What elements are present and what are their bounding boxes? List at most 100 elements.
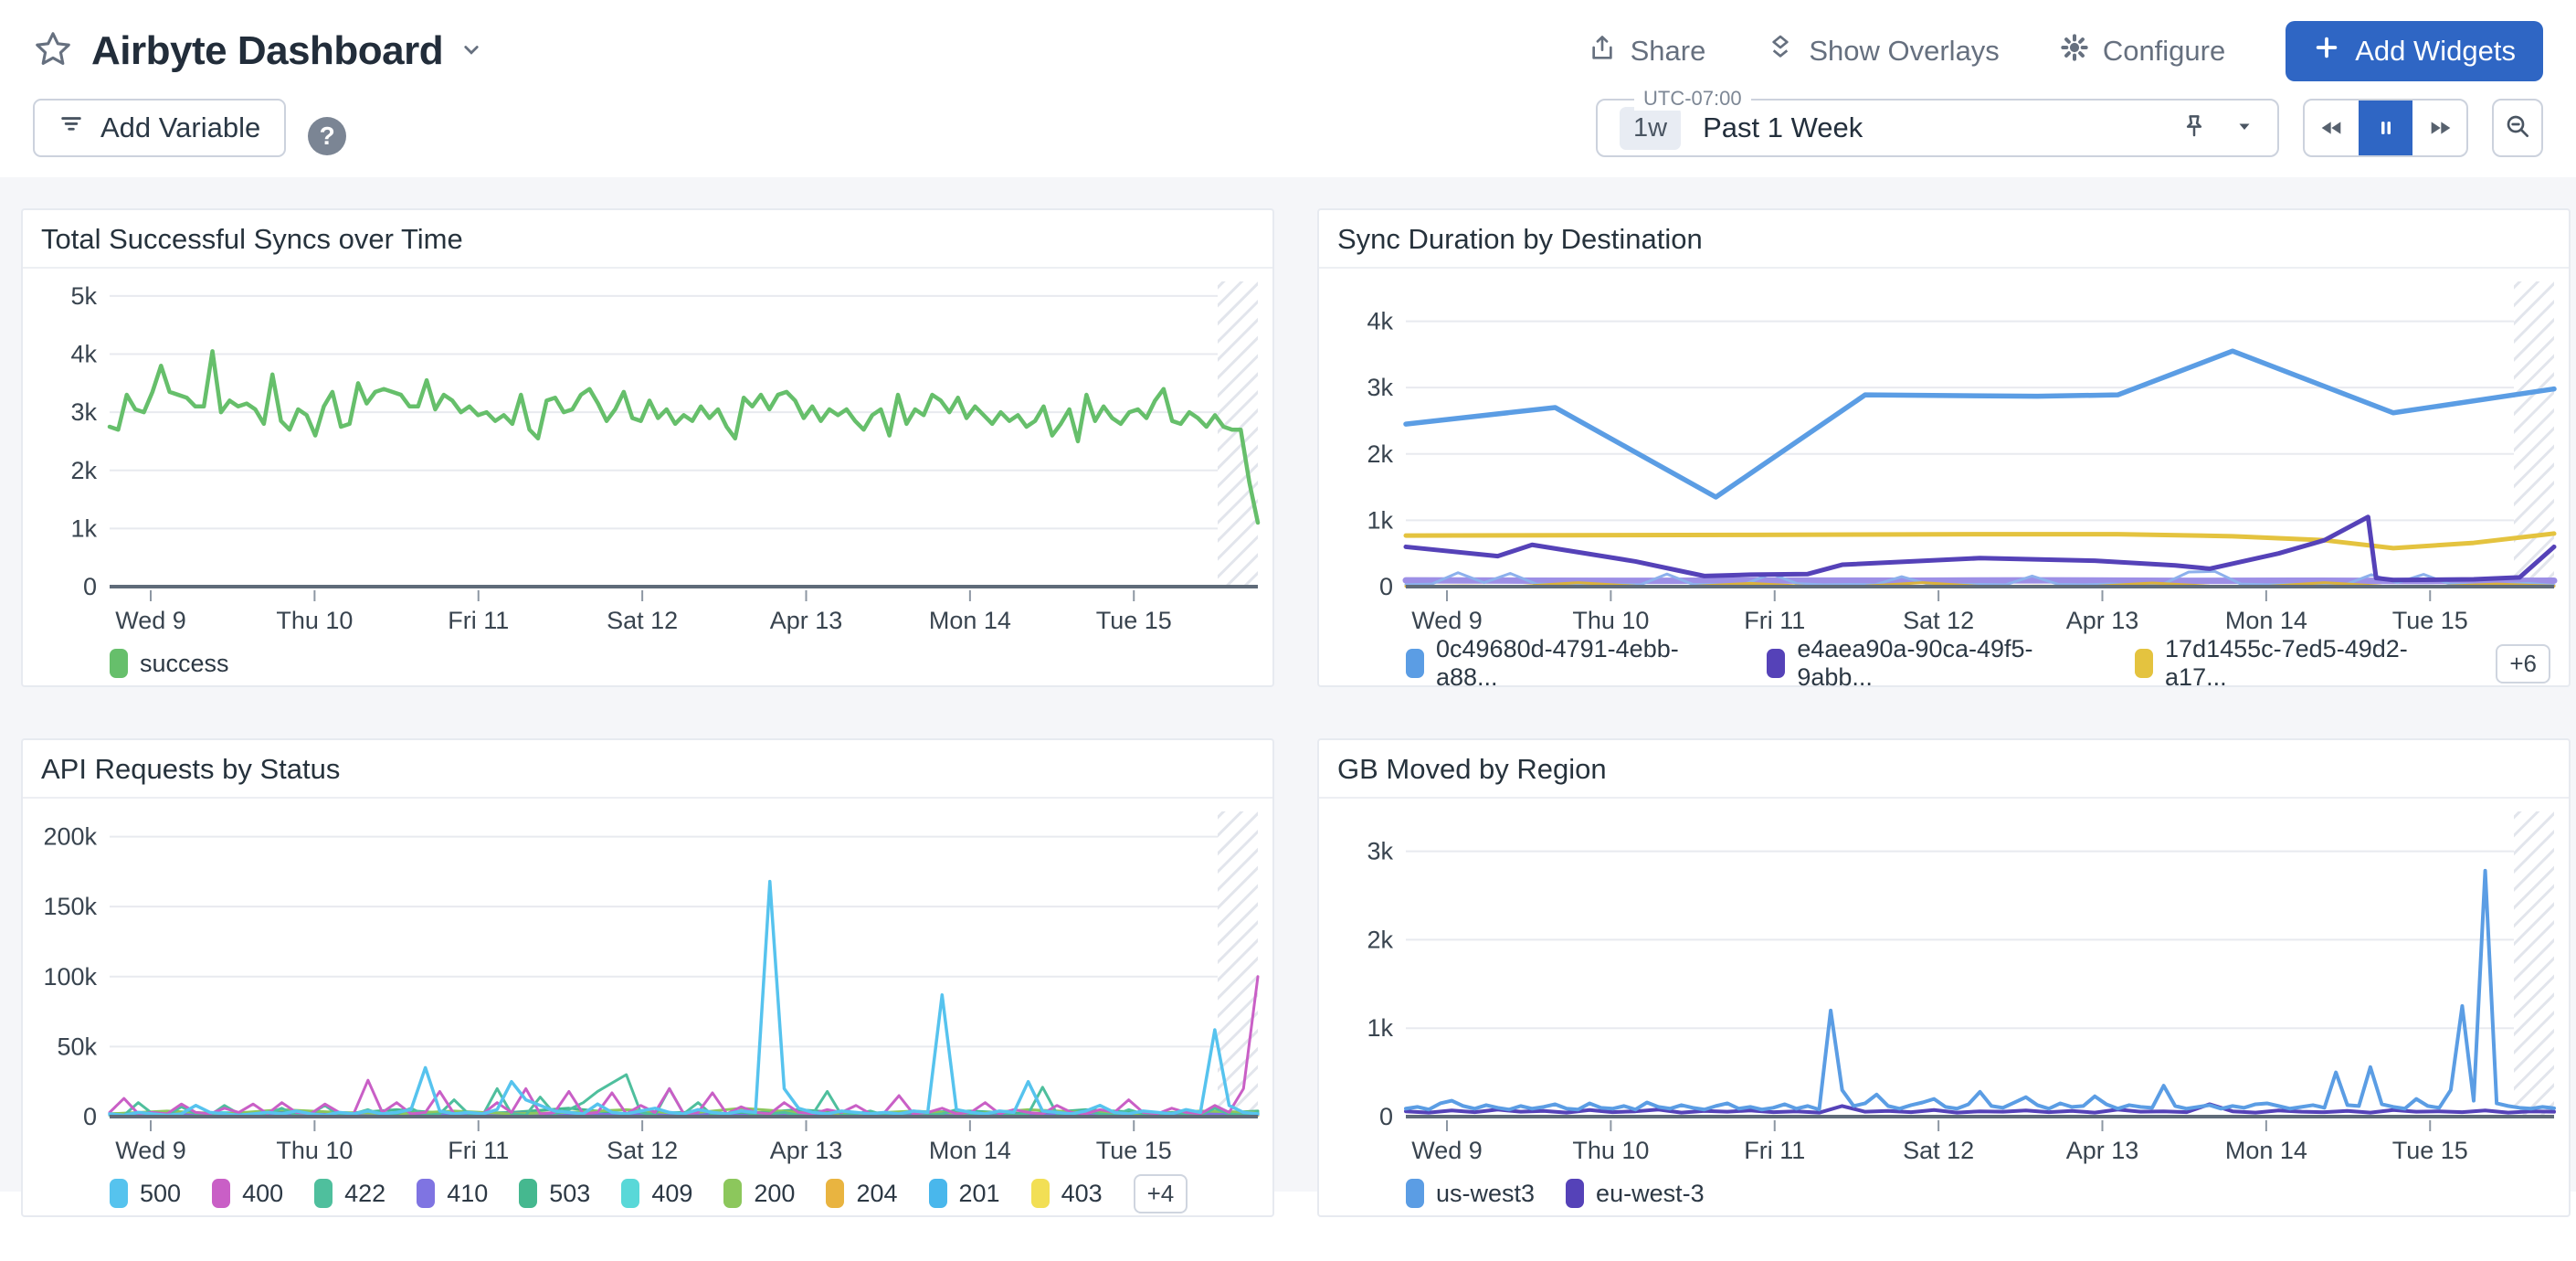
widget-sync-duration: Sync Duration by Destination 01k2k3k4kWe… bbox=[1317, 208, 2571, 687]
legend-item[interactable]: 410 bbox=[417, 1179, 488, 1208]
series-line-400 bbox=[110, 977, 1258, 1114]
x-tick-label: Mon 14 bbox=[2225, 1137, 2307, 1164]
legend-label: 200 bbox=[754, 1180, 795, 1208]
legend-swatch bbox=[1566, 1179, 1584, 1208]
legend-label: 503 bbox=[549, 1180, 590, 1208]
legend-swatch bbox=[1406, 1179, 1424, 1208]
legend-item[interactable]: success bbox=[110, 649, 229, 678]
rewind-button[interactable] bbox=[2305, 101, 2359, 155]
y-tick-label: 100k bbox=[43, 963, 97, 991]
zoom-out-button[interactable] bbox=[2492, 99, 2543, 157]
overlays-icon bbox=[1766, 33, 1795, 69]
add-widgets-button[interactable]: Add Widgets bbox=[2286, 21, 2543, 81]
y-tick-label: 3k bbox=[70, 398, 97, 426]
legend-item[interactable]: e4aea90a-90ca-49f5-9abb... bbox=[1767, 635, 2104, 692]
x-tick-label: Mon 14 bbox=[2225, 607, 2307, 634]
fast-forward-button[interactable] bbox=[2412, 101, 2466, 155]
y-tick-label: 2k bbox=[1367, 926, 1393, 953]
pin-icon[interactable] bbox=[2180, 112, 2208, 144]
add-variable-button[interactable]: Add Variable bbox=[33, 99, 286, 157]
legend-item[interactable]: 204 bbox=[826, 1179, 897, 1208]
x-tick-label: Thu 10 bbox=[1572, 1137, 1649, 1164]
x-tick-label: Apr 13 bbox=[2066, 607, 2139, 634]
title-chevron-down-icon[interactable] bbox=[458, 36, 485, 68]
time-playback-controls bbox=[2303, 99, 2468, 157]
x-tick-label: Apr 13 bbox=[770, 607, 843, 634]
legend-swatch bbox=[621, 1179, 639, 1208]
legend-label: eu-west-3 bbox=[1596, 1180, 1705, 1208]
y-tick-label: 0 bbox=[1379, 1103, 1393, 1130]
y-tick-label: 50k bbox=[57, 1033, 97, 1060]
chart-canvas-sync-duration[interactable]: 01k2k3k4kWed 9Thu 10Fri 11Sat 12Apr 13Mo… bbox=[1319, 269, 2569, 638]
x-tick-label: Fri 11 bbox=[448, 607, 509, 634]
y-tick-label: 3k bbox=[1367, 374, 1393, 401]
widget-api-requests: API Requests by Status 050k100k150k200kW… bbox=[21, 738, 1274, 1217]
legend-swatch bbox=[212, 1179, 230, 1208]
x-tick-label: Wed 9 bbox=[1411, 1137, 1483, 1164]
x-tick-label: Tue 15 bbox=[2392, 1137, 2468, 1164]
y-tick-label: 1k bbox=[70, 514, 97, 542]
add-variable-label: Add Variable bbox=[100, 111, 260, 144]
chart-legend: 0c49680d-4791-4ebb-a88...e4aea90a-90ca-4… bbox=[1319, 638, 2569, 685]
legend-swatch bbox=[110, 1179, 128, 1208]
legend-overflow-badge[interactable]: +4 bbox=[1134, 1174, 1188, 1213]
x-tick-label: Mon 14 bbox=[929, 1137, 1011, 1164]
legend-item[interactable]: 201 bbox=[929, 1179, 1000, 1208]
legend-item[interactable]: 0c49680d-4791-4ebb-a88... bbox=[1406, 635, 1736, 692]
y-tick-label: 0 bbox=[83, 573, 97, 600]
legend-item[interactable]: 500 bbox=[110, 1179, 181, 1208]
legend-item[interactable]: us-west3 bbox=[1406, 1179, 1535, 1208]
star-icon[interactable] bbox=[33, 29, 73, 74]
incomplete-data-hatch bbox=[2514, 281, 2554, 587]
pause-button[interactable] bbox=[2359, 101, 2412, 155]
legend-item[interactable]: 200 bbox=[723, 1179, 795, 1208]
widget-title: API Requests by Status bbox=[23, 740, 1272, 799]
series-line-0c49680d-4791-4ebb-a88 bbox=[1406, 351, 2554, 497]
dashboard-board: Total Successful Syncs over Time 01k2k3k… bbox=[0, 177, 2576, 1192]
share-icon bbox=[1588, 33, 1617, 69]
x-tick-label: Fri 11 bbox=[1744, 1137, 1805, 1164]
chart-canvas-api-requests[interactable]: 050k100k150k200kWed 9Thu 10Fri 11Sat 12A… bbox=[23, 799, 1272, 1168]
x-tick-label: Tue 15 bbox=[1096, 607, 1172, 634]
legend-swatch bbox=[417, 1179, 435, 1208]
page-title: Airbyte Dashboard bbox=[91, 28, 443, 74]
legend-swatch bbox=[314, 1179, 333, 1208]
y-tick-label: 150k bbox=[43, 893, 97, 920]
legend-overflow-badge[interactable]: +6 bbox=[2496, 644, 2550, 683]
legend-label: 201 bbox=[959, 1180, 1000, 1208]
chart-canvas-gb-moved[interactable]: 01k2k3kWed 9Thu 10Fri 11Sat 12Apr 13Mon … bbox=[1319, 799, 2569, 1168]
x-tick-label: Wed 9 bbox=[1411, 607, 1483, 634]
add-widgets-label: Add Widgets bbox=[2355, 35, 2516, 68]
series-line-us-west3 bbox=[1406, 871, 2554, 1109]
caret-down-icon[interactable] bbox=[2233, 115, 2255, 142]
y-tick-label: 200k bbox=[43, 823, 97, 851]
legend-label: 0c49680d-4791-4ebb-a88... bbox=[1436, 635, 1736, 692]
legend-swatch bbox=[723, 1179, 742, 1208]
y-tick-label: 1k bbox=[1367, 1014, 1393, 1042]
legend-item[interactable]: 422 bbox=[314, 1179, 385, 1208]
timezone-label: UTC-07:00 bbox=[1634, 87, 1751, 111]
x-tick-label: Wed 9 bbox=[115, 607, 186, 634]
chart-canvas-total-syncs[interactable]: 01k2k3k4k5kWed 9Thu 10Fri 11Sat 12Apr 13… bbox=[23, 269, 1272, 638]
legend-item[interactable]: 17d1455c-7ed5-49d2-a17... bbox=[2135, 635, 2465, 692]
legend-item[interactable]: eu-west-3 bbox=[1566, 1179, 1705, 1208]
y-tick-label: 5k bbox=[70, 282, 97, 310]
configure-button[interactable]: Configure bbox=[2060, 33, 2225, 69]
share-button[interactable]: Share bbox=[1588, 33, 1706, 69]
legend-item[interactable]: 400 bbox=[212, 1179, 283, 1208]
x-tick-label: Sat 12 bbox=[607, 1137, 678, 1164]
legend-label: us-west3 bbox=[1436, 1180, 1535, 1208]
legend-item[interactable]: 409 bbox=[621, 1179, 692, 1208]
chart-legend: 500 400 422 410 503 409 200 204 201 403 +4 bbox=[23, 1168, 1272, 1215]
show-overlays-button[interactable]: Show Overlays bbox=[1766, 33, 1999, 69]
range-short-chip[interactable]: 1w bbox=[1620, 107, 1681, 150]
legend-item[interactable]: 503 bbox=[519, 1179, 590, 1208]
x-tick-label: Tue 15 bbox=[1096, 1137, 1172, 1164]
legend-label: 500 bbox=[140, 1180, 181, 1208]
legend-item[interactable]: 403 bbox=[1031, 1179, 1103, 1208]
x-tick-label: Fri 11 bbox=[1744, 607, 1805, 634]
help-icon[interactable]: ? bbox=[308, 117, 346, 155]
x-tick-label: Apr 13 bbox=[2066, 1137, 2139, 1164]
x-tick-label: Mon 14 bbox=[929, 607, 1011, 634]
legend-swatch bbox=[1031, 1179, 1050, 1208]
